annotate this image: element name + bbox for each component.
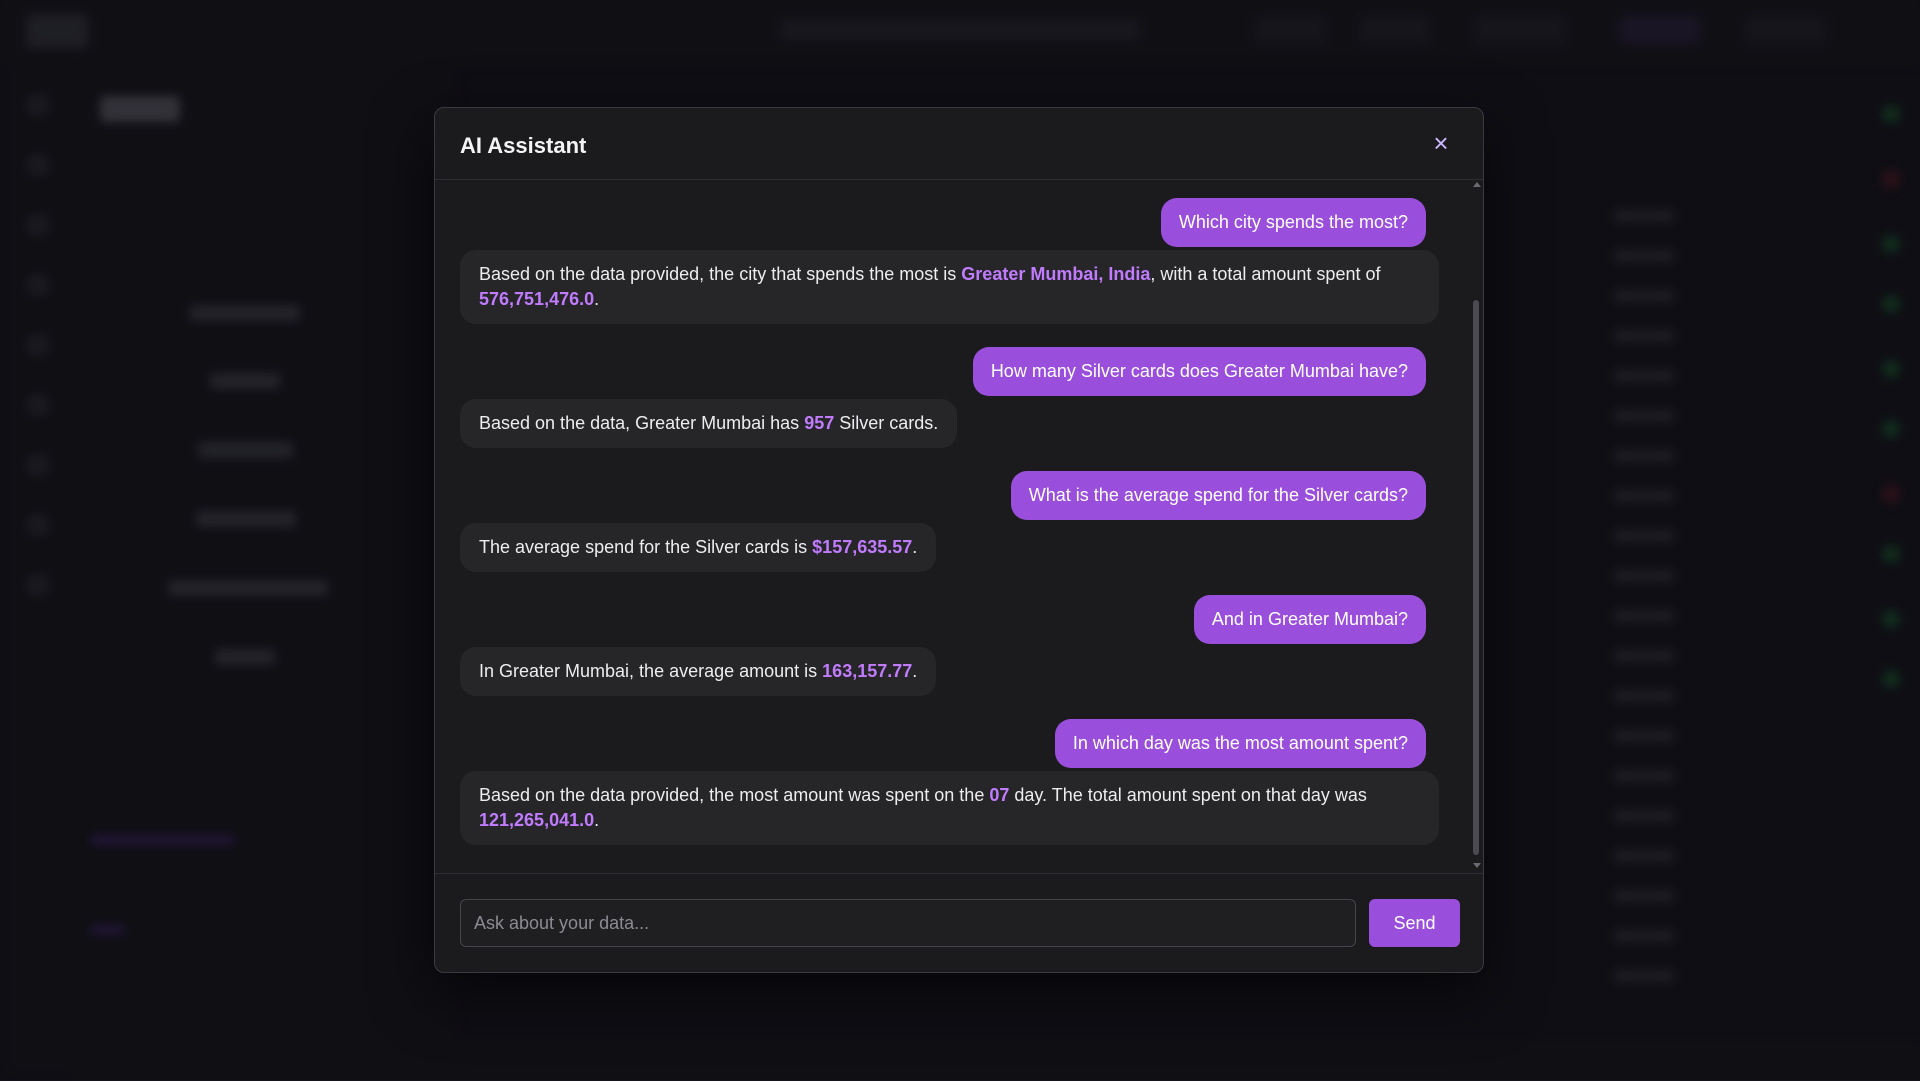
assistant-message: Based on the data, Greater Mumbai has 95… <box>460 399 958 448</box>
message-text: Based on the data provided, the city tha… <box>479 264 962 284</box>
message-highlight: 576,751,476.0 <box>479 289 595 309</box>
message-text: In Greater Mumbai, the average amount is <box>479 661 823 681</box>
message-text: Silver cards. <box>834 413 939 433</box>
assistant-message: The average spend for the Silver cards i… <box>460 523 937 572</box>
message-highlight: Greater Mumbai, India <box>961 264 1151 284</box>
user-message: And in Greater Mumbai? <box>1193 595 1426 644</box>
user-message: In which day was the most amount spent? <box>1054 719 1426 768</box>
message-text: day. The total amount spent on that day … <box>1009 785 1367 805</box>
message-text: . <box>912 661 918 681</box>
chat-scrollbar[interactable] <box>1471 180 1481 870</box>
message-highlight: 07 <box>989 785 1010 805</box>
close-icon: × <box>1433 128 1449 158</box>
dialog-title: AI Assistant <box>460 133 587 158</box>
assistant-message: Based on the data provided, the most amo… <box>460 771 1439 845</box>
scroll-up-icon[interactable] <box>1473 182 1481 187</box>
message-text: . <box>594 289 600 309</box>
chat-input[interactable] <box>460 899 1356 947</box>
scroll-down-icon[interactable] <box>1473 863 1481 868</box>
chat-messages: Which city spends the most? Based on the… <box>435 180 1465 870</box>
close-button[interactable]: × <box>1429 130 1453 156</box>
chat-input-row: Send <box>435 873 1483 974</box>
message-highlight: $157,635.57 <box>812 537 913 557</box>
message-text: Based on the data, Greater Mumbai has <box>479 413 805 433</box>
message-text: , with a total amount spent of <box>1150 264 1381 284</box>
message-highlight: 957 <box>804 413 835 433</box>
message-text: . <box>594 810 600 830</box>
assistant-message: Based on the data provided, the city tha… <box>460 250 1439 324</box>
dialog-header: AI Assistant × <box>435 108 1483 180</box>
message-text: . <box>912 537 918 557</box>
scroll-thumb[interactable] <box>1473 300 1479 855</box>
user-message: How many Silver cards does Greater Mumba… <box>972 347 1426 396</box>
message-highlight: 121,265,041.0 <box>479 810 595 830</box>
user-message: What is the average spend for the Silver… <box>1010 471 1426 520</box>
message-highlight: 163,157.77 <box>822 661 913 681</box>
assistant-message: In Greater Mumbai, the average amount is… <box>460 647 937 696</box>
message-text: The average spend for the Silver cards i… <box>479 537 813 557</box>
ai-assistant-dialog: AI Assistant × Which city spends the mos… <box>434 107 1484 973</box>
user-message: Which city spends the most? <box>1160 198 1426 247</box>
message-text: Based on the data provided, the most amo… <box>479 785 990 805</box>
send-button[interactable]: Send <box>1369 899 1460 947</box>
